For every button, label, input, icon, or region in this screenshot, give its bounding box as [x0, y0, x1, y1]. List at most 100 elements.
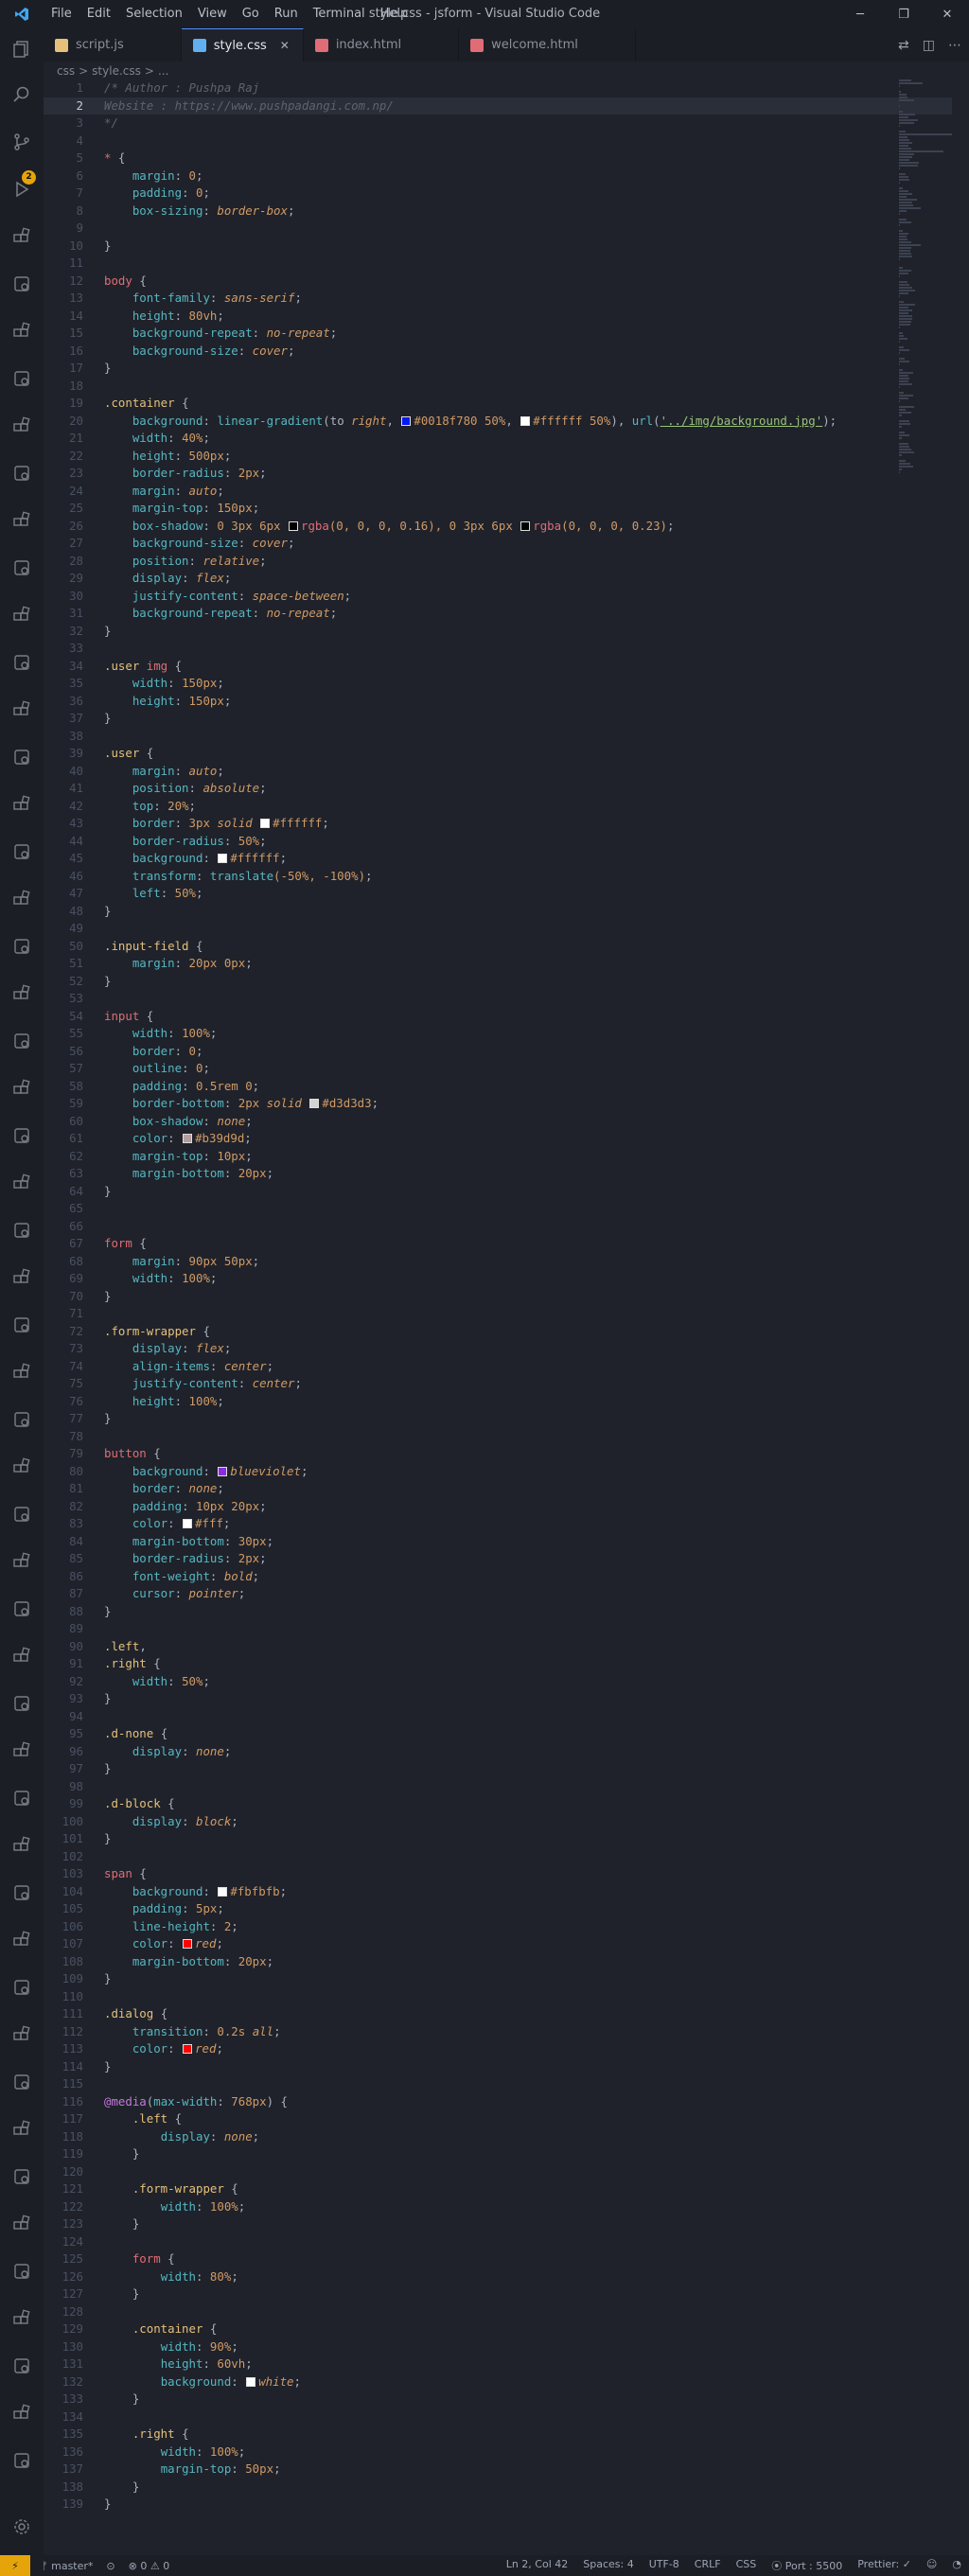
extension-view-icon[interactable]	[12, 2356, 31, 2375]
code-line[interactable]: 82 padding: 10px 20px;	[44, 1498, 952, 1516]
code-line[interactable]: 83 color: #fff;	[44, 1515, 952, 1533]
code-line[interactable]: 71	[44, 1305, 952, 1323]
code-line[interactable]: 84 margin-bottom: 30px;	[44, 1533, 952, 1551]
tab-style-css[interactable]: style.css ✕	[181, 28, 304, 62]
code-line[interactable]: 51 margin: 20px 0px;	[44, 955, 952, 973]
code-line[interactable]: 15 background-repeat: no-repeat;	[44, 325, 952, 343]
menu-file[interactable]: File	[44, 0, 79, 28]
extension-view-icon[interactable]	[12, 842, 31, 861]
code-line[interactable]: 17}	[44, 360, 952, 378]
extension-view-icon[interactable]	[12, 1599, 31, 1618]
code-line[interactable]: 135 .right {	[44, 2426, 952, 2444]
language-mode[interactable]: CSS	[736, 2558, 757, 2573]
code-line[interactable]: 69 width: 100%;	[44, 1270, 952, 1288]
code-line[interactable]: 44 border-radius: 50%;	[44, 833, 952, 851]
code-line[interactable]: 76 height: 100%;	[44, 1393, 952, 1411]
close-tab-icon[interactable]: ✕	[280, 39, 290, 52]
code-line[interactable]: 35 width: 150px;	[44, 675, 952, 693]
extension-view-icon[interactable]	[12, 1268, 31, 1287]
code-line[interactable]: 24 margin: auto;	[44, 483, 952, 501]
extension-view-icon[interactable]	[12, 2451, 31, 2470]
menu-view[interactable]: View	[190, 0, 235, 28]
menu-selection[interactable]: Selection	[118, 0, 190, 28]
code-line[interactable]: 22 height: 500px;	[44, 448, 952, 466]
tab-welcome-html[interactable]: welcome.html	[459, 28, 636, 62]
extension-view-icon[interactable]	[12, 1173, 31, 1192]
extension-view-icon[interactable]	[12, 937, 31, 956]
code-line[interactable]: 79 button {	[44, 1445, 952, 1463]
menu-go[interactable]: Go	[235, 0, 267, 28]
code-line[interactable]: 114}	[44, 2058, 952, 2076]
code-line[interactable]: 97}	[44, 1760, 952, 1778]
code-line[interactable]: 26 box-shadow: 0 3px 6px rgba(0, 0, 0, 0…	[44, 518, 952, 536]
code-line[interactable]: 12 body {	[44, 273, 952, 291]
code-line[interactable]: 8 box-sizing: border-box;	[44, 203, 952, 221]
code-line[interactable]: 63 margin-bottom: 20px;	[44, 1165, 952, 1183]
prettier-status[interactable]: Prettier: ✓	[857, 2558, 911, 2573]
code-line[interactable]: 28 position: relative;	[44, 553, 952, 571]
code-line[interactable]: 88}	[44, 1603, 952, 1621]
code-line[interactable]: 123 }	[44, 2215, 952, 2233]
code-line[interactable]: 133 }	[44, 2391, 952, 2408]
code-line[interactable]: 11	[44, 255, 952, 273]
code-line[interactable]: 89	[44, 1620, 952, 1638]
code-line[interactable]: 59 border-bottom: 2px solid #d3d3d3;	[44, 1095, 952, 1113]
code-line[interactable]: 48}	[44, 903, 952, 921]
extension-view-icon[interactable]	[12, 511, 31, 530]
notifications-icon[interactable]: ◔	[952, 2558, 961, 2573]
code-line[interactable]: 98	[44, 1778, 952, 1796]
code-line[interactable]: 7 padding: 0;	[44, 185, 952, 203]
indentation[interactable]: Spaces: 4	[583, 2558, 633, 2573]
code-line[interactable]: 111 .dialog {	[44, 2005, 952, 2023]
menu-edit[interactable]: Edit	[79, 0, 118, 28]
extension-view-icon[interactable]	[12, 464, 31, 483]
code-line[interactable]: 29 display: flex;	[44, 570, 952, 588]
color-swatch[interactable]	[183, 1939, 193, 1949]
extension-view-icon[interactable]	[12, 1363, 31, 1382]
compare-icon[interactable]: ⇄	[898, 38, 909, 53]
color-swatch[interactable]	[218, 1886, 228, 1897]
code-line[interactable]: 115	[44, 2075, 952, 2093]
code-line[interactable]: 75 justify-content: center;	[44, 1375, 952, 1393]
extension-view-icon[interactable]	[12, 700, 31, 719]
breadcrumb-item[interactable]: css	[57, 64, 75, 78]
code-line[interactable]: 122 width: 100%;	[44, 2198, 952, 2216]
code-line[interactable]: 65	[44, 1200, 952, 1218]
code-line[interactable]: 129 .container {	[44, 2320, 952, 2338]
remote-indicator-icon[interactable]: ⚡	[0, 2555, 30, 2576]
code-line[interactable]: 55 width: 100%;	[44, 1025, 952, 1043]
extension-view-icon[interactable]	[12, 2120, 31, 2139]
settings-gear-icon[interactable]	[12, 2517, 31, 2536]
code-line[interactable]: 9	[44, 220, 952, 238]
code-line[interactable]: 109}	[44, 1970, 952, 1988]
color-swatch[interactable]	[218, 1466, 228, 1476]
menu-terminal[interactable]: Terminal	[306, 0, 373, 28]
code-line[interactable]: 118 display: none;	[44, 2128, 952, 2146]
run-debug-icon[interactable]	[12, 180, 31, 199]
extension-view-icon[interactable]	[12, 1032, 31, 1050]
tab-index-html[interactable]: index.html	[303, 28, 460, 62]
code-line[interactable]: 104 background: #fbfbfb;	[44, 1883, 952, 1901]
color-swatch[interactable]	[401, 415, 412, 426]
code-line[interactable]: 68 margin: 90px 50px;	[44, 1253, 952, 1271]
code-line[interactable]: 80 background: blueviolet;	[44, 1463, 952, 1481]
extension-view-icon[interactable]	[12, 748, 31, 767]
extension-view-icon[interactable]	[12, 606, 31, 625]
search-icon[interactable]	[12, 85, 31, 104]
tab-script-js[interactable]: script.js	[44, 28, 182, 62]
vertical-scrollbar[interactable]	[956, 79, 969, 2555]
code-line[interactable]: 96 display: none;	[44, 1743, 952, 1761]
code-line[interactable]: 39 .user {	[44, 745, 952, 763]
breadcrumb-item[interactable]: style.css	[92, 64, 141, 78]
live-server-port[interactable]: ⦿ Port : 5500	[771, 2558, 842, 2573]
code-line[interactable]: 66	[44, 1218, 952, 1236]
code-line[interactable]: 16 background-size: cover;	[44, 343, 952, 361]
code-line[interactable]: 99 .d-block {	[44, 1795, 952, 1813]
code-line[interactable]: 137 margin-top: 50px;	[44, 2461, 952, 2479]
code-line[interactable]: 128	[44, 2303, 952, 2321]
more-actions-icon[interactable]: ⋯	[948, 38, 961, 53]
code-line[interactable]: 37}	[44, 710, 952, 728]
code-line[interactable]: 3 */	[44, 115, 952, 132]
branch-indicator[interactable]: ᚠ master*	[42, 2560, 93, 2572]
code-line[interactable]: 72 .form-wrapper {	[44, 1323, 952, 1341]
